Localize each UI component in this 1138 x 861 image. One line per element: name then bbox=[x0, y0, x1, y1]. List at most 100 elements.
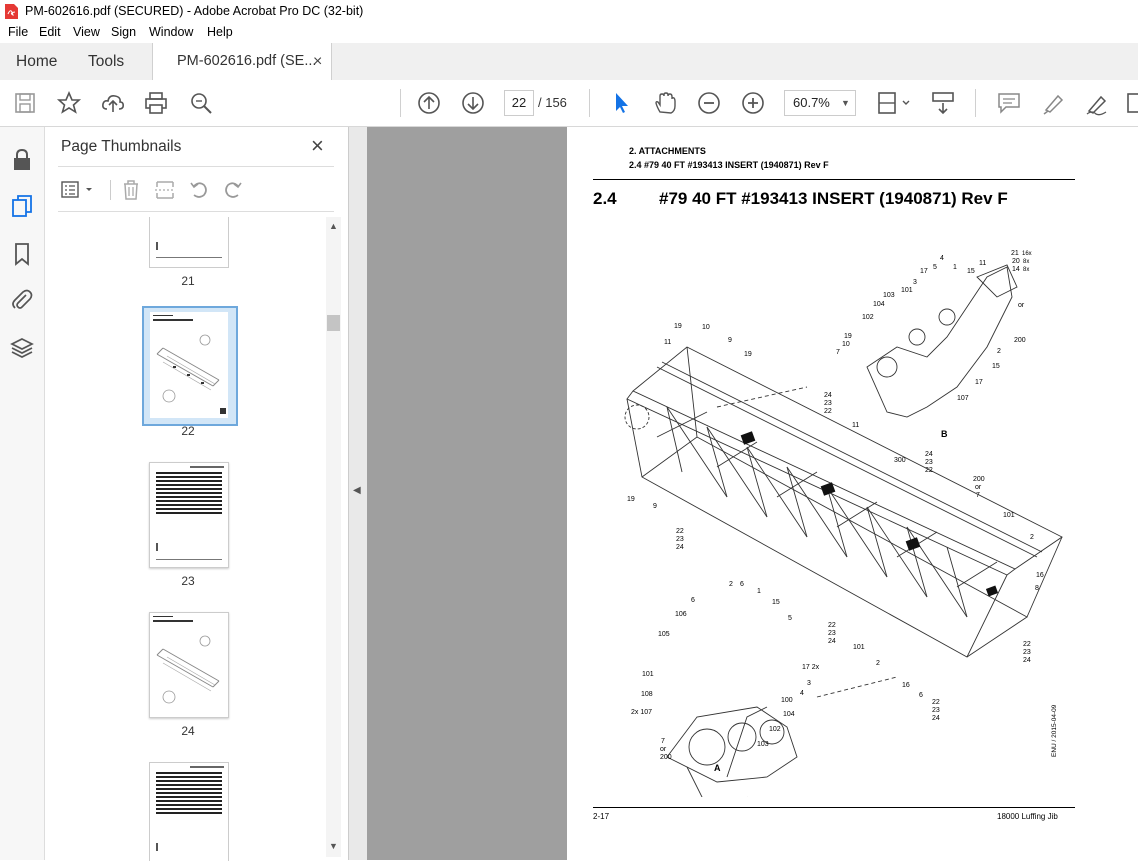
thumbnails-scrollbar[interactable]: ▲ ▼ bbox=[326, 217, 341, 857]
section-number: 2.4 bbox=[593, 189, 617, 208]
layers-icon[interactable] bbox=[10, 336, 34, 360]
rotate-left-icon[interactable] bbox=[188, 179, 210, 201]
select-arrow-icon[interactable] bbox=[608, 90, 634, 116]
zoom-in-icon[interactable] bbox=[740, 90, 766, 116]
callout-label: 4 bbox=[940, 255, 944, 262]
comment-icon[interactable] bbox=[996, 90, 1022, 116]
tab-document[interactable]: PM-602616.pdf (SE... × bbox=[152, 43, 332, 81]
menu-bar: File Edit View Sign Window Help bbox=[0, 23, 1138, 43]
thumbnail-label: 24 bbox=[181, 724, 195, 738]
callout-label: 104 bbox=[783, 711, 795, 718]
callout-label: 1 bbox=[757, 588, 761, 595]
menu-sign[interactable]: Sign bbox=[111, 25, 136, 39]
panel-close-icon[interactable]: × bbox=[311, 133, 324, 159]
callout-label: 11 bbox=[852, 422, 860, 429]
callout-label: 2 bbox=[876, 660, 880, 667]
menu-file[interactable]: File bbox=[8, 25, 28, 39]
callout-label: 300 bbox=[894, 457, 906, 464]
bookmark-icon[interactable] bbox=[10, 242, 34, 266]
callout-label: 6 bbox=[740, 581, 744, 588]
panel-divider bbox=[58, 211, 334, 212]
callout-label: 23 bbox=[925, 459, 933, 466]
callout-label: 19 bbox=[627, 496, 635, 503]
upload-icon[interactable] bbox=[100, 90, 126, 116]
callout-label: 24 bbox=[676, 544, 684, 551]
callout-label: 101 bbox=[642, 671, 654, 678]
save-icon[interactable] bbox=[12, 90, 38, 116]
toolbar-separator bbox=[589, 89, 590, 117]
rotate-right-icon[interactable] bbox=[222, 179, 244, 201]
prev-page-icon[interactable] bbox=[416, 90, 442, 116]
more-tools-icon[interactable] bbox=[1124, 90, 1138, 116]
tab-home[interactable]: Home bbox=[16, 43, 57, 80]
window-title: PM-602616.pdf (SECURED) - Adobe Acrobat … bbox=[25, 4, 364, 18]
thumbnail-page-24[interactable] bbox=[149, 612, 229, 718]
callout-label: 11 bbox=[664, 339, 672, 346]
thumbnail-page-22-selected[interactable] bbox=[142, 306, 238, 426]
callout-label: 19 bbox=[744, 351, 752, 358]
highlight-icon[interactable] bbox=[1040, 90, 1066, 116]
scroll-up-icon[interactable]: ▲ bbox=[329, 221, 338, 231]
sign-icon[interactable] bbox=[1084, 90, 1110, 116]
callout-label: 2 bbox=[729, 581, 733, 588]
thumbnail-label: 21 bbox=[181, 274, 195, 288]
hand-icon[interactable] bbox=[652, 90, 678, 116]
callout-label: 22 bbox=[1023, 641, 1031, 648]
thumbnail-options-icon[interactable] bbox=[60, 179, 96, 201]
zoom-level-value: 60.7% bbox=[793, 95, 830, 110]
left-rail bbox=[0, 127, 45, 860]
callout-label: 101 bbox=[901, 287, 913, 294]
callout-label: 5 bbox=[788, 615, 792, 622]
callout-label: 23 bbox=[932, 707, 940, 714]
extract-page-icon[interactable] bbox=[154, 179, 176, 201]
callout-label: 22 bbox=[828, 622, 836, 629]
menu-help[interactable]: Help bbox=[207, 25, 233, 39]
callout-label: 24 bbox=[824, 392, 832, 399]
callout-label: 2 bbox=[1030, 534, 1034, 541]
callout-label: 22 bbox=[824, 408, 832, 415]
revision-note: ENU / 2015-04-09 bbox=[1051, 704, 1058, 757]
callout-label: 17 bbox=[920, 268, 928, 275]
next-page-icon[interactable] bbox=[460, 90, 486, 116]
tab-bar: Home Tools PM-602616.pdf (SE... × bbox=[0, 43, 1138, 81]
manual-title-footer: 18000 Luffing Jib bbox=[997, 812, 1058, 821]
lock-icon[interactable] bbox=[10, 148, 34, 172]
page-thumbnails-icon[interactable] bbox=[10, 194, 34, 218]
print-icon[interactable] bbox=[143, 90, 169, 116]
delete-page-icon[interactable] bbox=[120, 179, 142, 201]
callout-label: 23 bbox=[824, 400, 832, 407]
panel-collapse-handle[interactable]: ◀ bbox=[349, 127, 367, 860]
callout-label: 200 bbox=[660, 754, 672, 761]
thumbnail-page-21[interactable] bbox=[149, 217, 229, 268]
scroll-mode-icon[interactable] bbox=[930, 90, 956, 116]
menu-view[interactable]: View bbox=[73, 25, 100, 39]
scroll-down-icon[interactable]: ▼ bbox=[329, 841, 338, 851]
callout-label: 16 bbox=[1036, 572, 1044, 579]
callout-label: 3 bbox=[807, 680, 811, 687]
thumbnail-page-23[interactable] bbox=[149, 462, 229, 568]
thumbnail-label: 22 bbox=[181, 424, 195, 438]
tab-close-icon[interactable]: × bbox=[313, 43, 322, 80]
callout-label: 8x bbox=[1023, 259, 1030, 265]
zoom-search-icon[interactable] bbox=[188, 90, 214, 116]
zoom-level-select[interactable]: 60.7% ▼ bbox=[784, 90, 856, 116]
attachment-icon[interactable] bbox=[10, 288, 34, 312]
tab-tools[interactable]: Tools bbox=[88, 43, 124, 80]
callout-label: 22 bbox=[932, 699, 940, 706]
page-fit-icon[interactable] bbox=[874, 90, 914, 116]
callout-label: 14 bbox=[1012, 266, 1020, 273]
page-number-footer: 2-17 bbox=[593, 812, 610, 821]
star-icon[interactable] bbox=[56, 90, 82, 116]
acrobat-pdf-icon bbox=[5, 4, 18, 19]
callout-label: 23 bbox=[828, 630, 836, 637]
callout-label: 24 bbox=[828, 638, 836, 645]
callout-label: 2 bbox=[997, 348, 1001, 355]
thumbnail-page-25[interactable] bbox=[149, 762, 229, 861]
page-number-input[interactable]: 22 bbox=[504, 90, 534, 116]
zoom-out-icon[interactable] bbox=[696, 90, 722, 116]
callout-label: 15 bbox=[992, 363, 1000, 370]
menu-edit[interactable]: Edit bbox=[39, 25, 61, 39]
scrollbar-thumb[interactable] bbox=[327, 315, 340, 331]
callout-label: 4 bbox=[800, 690, 804, 697]
menu-window[interactable]: Window bbox=[149, 25, 193, 39]
